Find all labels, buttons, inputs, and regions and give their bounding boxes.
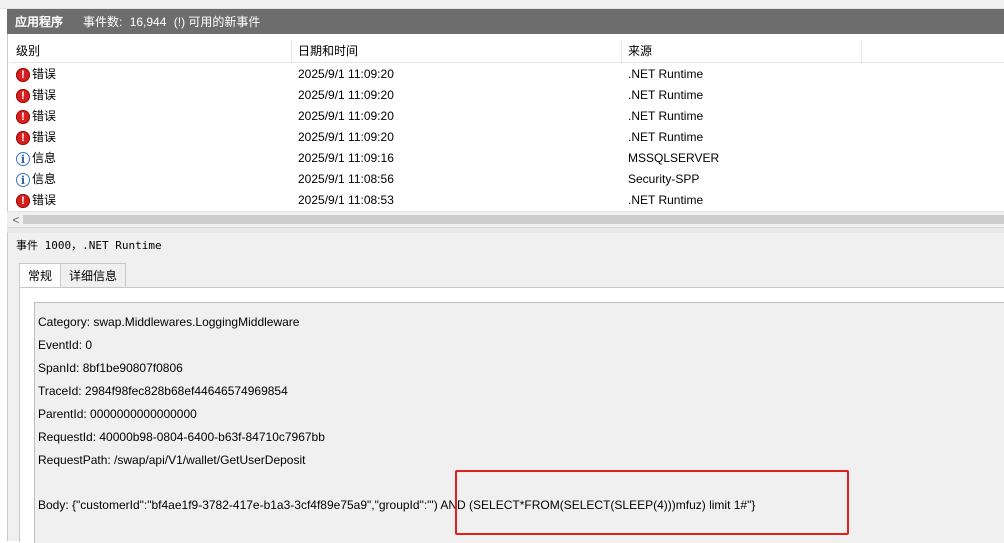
event-level-label: 错误 bbox=[32, 193, 57, 207]
detail-tabs: 常规 详细信息 bbox=[19, 263, 127, 290]
event-level-label: 错误 bbox=[32, 109, 57, 123]
event-row[interactable]: 错误 2025/9/1 11:09:20 .NET Runtime bbox=[10, 85, 1004, 107]
error-icon bbox=[16, 86, 30, 107]
event-source: MSSQLSERVER bbox=[628, 151, 720, 165]
detail-line-traceid: TraceId: 2984f98fec828b68ef4464657496985… bbox=[38, 384, 288, 398]
error-icon bbox=[16, 65, 30, 86]
detail-line-requestpath: RequestPath: /swap/api/V1/wallet/GetUser… bbox=[38, 453, 306, 467]
error-icon bbox=[16, 107, 30, 128]
highlight-annotation-box bbox=[455, 470, 849, 535]
event-level: 错误 bbox=[16, 190, 57, 212]
event-datetime: 2025/9/1 11:09:20 bbox=[298, 88, 394, 102]
column-header-level[interactable]: 级别 bbox=[10, 40, 292, 62]
event-count: 事件数: 16,944 (!) 可用的新事件 bbox=[83, 13, 260, 30]
event-row[interactable]: 错误 2025/9/1 11:09:20 .NET Runtime bbox=[10, 127, 1004, 149]
error-icon bbox=[16, 191, 30, 212]
tab-details[interactable]: 详细信息 bbox=[61, 263, 127, 289]
event-datetime: 2025/9/1 11:09:20 bbox=[298, 109, 394, 123]
log-title-bar: 应用程序 事件数: 16,944 (!) 可用的新事件 bbox=[7, 9, 1004, 34]
event-row[interactable]: 信息 2025/9/1 11:09:16 MSSQLSERVER bbox=[10, 148, 1004, 170]
horizontal-scrollbar[interactable]: < bbox=[7, 211, 1004, 228]
event-detail-title: 事件 1000，.NET Runtime bbox=[16, 239, 162, 252]
detail-line-parentid: ParentId: 0000000000000000 bbox=[38, 407, 197, 421]
detail-line-requestid: RequestId: 40000b98-0804-6400-b63f-84710… bbox=[38, 430, 325, 444]
event-level: 错误 bbox=[16, 85, 57, 107]
event-source: .NET Runtime bbox=[628, 109, 704, 123]
event-row[interactable]: 错误 2025/9/1 11:08:53 .NET Runtime bbox=[10, 190, 1004, 212]
event-source: .NET Runtime bbox=[628, 88, 704, 102]
detail-line-eventid: EventId: 0 bbox=[38, 338, 93, 352]
error-icon bbox=[16, 128, 30, 149]
event-row[interactable]: 错误 2025/9/1 11:09:20 .NET Runtime bbox=[10, 64, 1004, 86]
event-datetime: 2025/9/1 11:08:53 bbox=[298, 193, 394, 207]
info-icon bbox=[16, 170, 30, 191]
event-list: 级别 日期和时间 来源 错误 2025/9/1 11:09:20 .NET Runt… bbox=[7, 34, 1004, 227]
event-source: .NET Runtime bbox=[628, 67, 704, 81]
event-level: 信息 bbox=[16, 148, 57, 170]
event-source: .NET Runtime bbox=[628, 130, 704, 144]
event-level: 错误 bbox=[16, 127, 57, 149]
info-icon bbox=[16, 149, 30, 170]
event-list-header: 级别 日期和时间 来源 bbox=[10, 40, 1004, 63]
new-events-notice[interactable]: (!) 可用的新事件 bbox=[174, 15, 261, 29]
event-datetime: 2025/9/1 11:09:20 bbox=[298, 67, 394, 81]
scrollbar-thumb[interactable] bbox=[23, 215, 1004, 224]
event-count-label: 事件数: bbox=[83, 15, 123, 29]
detail-line-category: Category: swap.Middlewares.LoggingMiddle… bbox=[38, 315, 300, 329]
event-source: .NET Runtime bbox=[628, 193, 704, 207]
event-level: 错误 bbox=[16, 106, 57, 128]
column-header-source[interactable]: 来源 bbox=[622, 40, 862, 62]
window-top-strip bbox=[0, 0, 1004, 9]
event-level-label: 错误 bbox=[32, 67, 57, 81]
log-name: 应用程序 bbox=[15, 15, 64, 29]
event-datetime: 2025/9/1 11:08:56 bbox=[298, 172, 394, 186]
event-level-label: 错误 bbox=[32, 130, 57, 144]
event-rows: 错误 2025/9/1 11:09:20 .NET Runtime 错误 2025/9/… bbox=[10, 64, 1004, 212]
event-datetime: 2025/9/1 11:09:16 bbox=[298, 151, 394, 165]
event-level: 错误 bbox=[16, 64, 57, 86]
event-count-value: 16,944 bbox=[129, 15, 167, 29]
event-row[interactable]: 信息 2025/9/1 11:08:56 Security-SPP bbox=[10, 169, 1004, 191]
tab-general[interactable]: 常规 bbox=[19, 263, 62, 290]
event-level-label: 信息 bbox=[32, 172, 57, 186]
detail-line-spanid: SpanId: 8bf1be90807f0806 bbox=[38, 361, 183, 375]
event-datetime: 2025/9/1 11:09:20 bbox=[298, 130, 394, 144]
column-header-datetime[interactable]: 日期和时间 bbox=[292, 40, 622, 62]
event-source: Security-SPP bbox=[628, 172, 700, 186]
event-level-label: 信息 bbox=[32, 151, 57, 165]
event-level-label: 错误 bbox=[32, 88, 57, 102]
event-row[interactable]: 错误 2025/9/1 11:09:20 .NET Runtime bbox=[10, 106, 1004, 128]
scroll-left-arrow-icon[interactable]: < bbox=[10, 212, 22, 228]
event-level: 信息 bbox=[16, 169, 57, 191]
